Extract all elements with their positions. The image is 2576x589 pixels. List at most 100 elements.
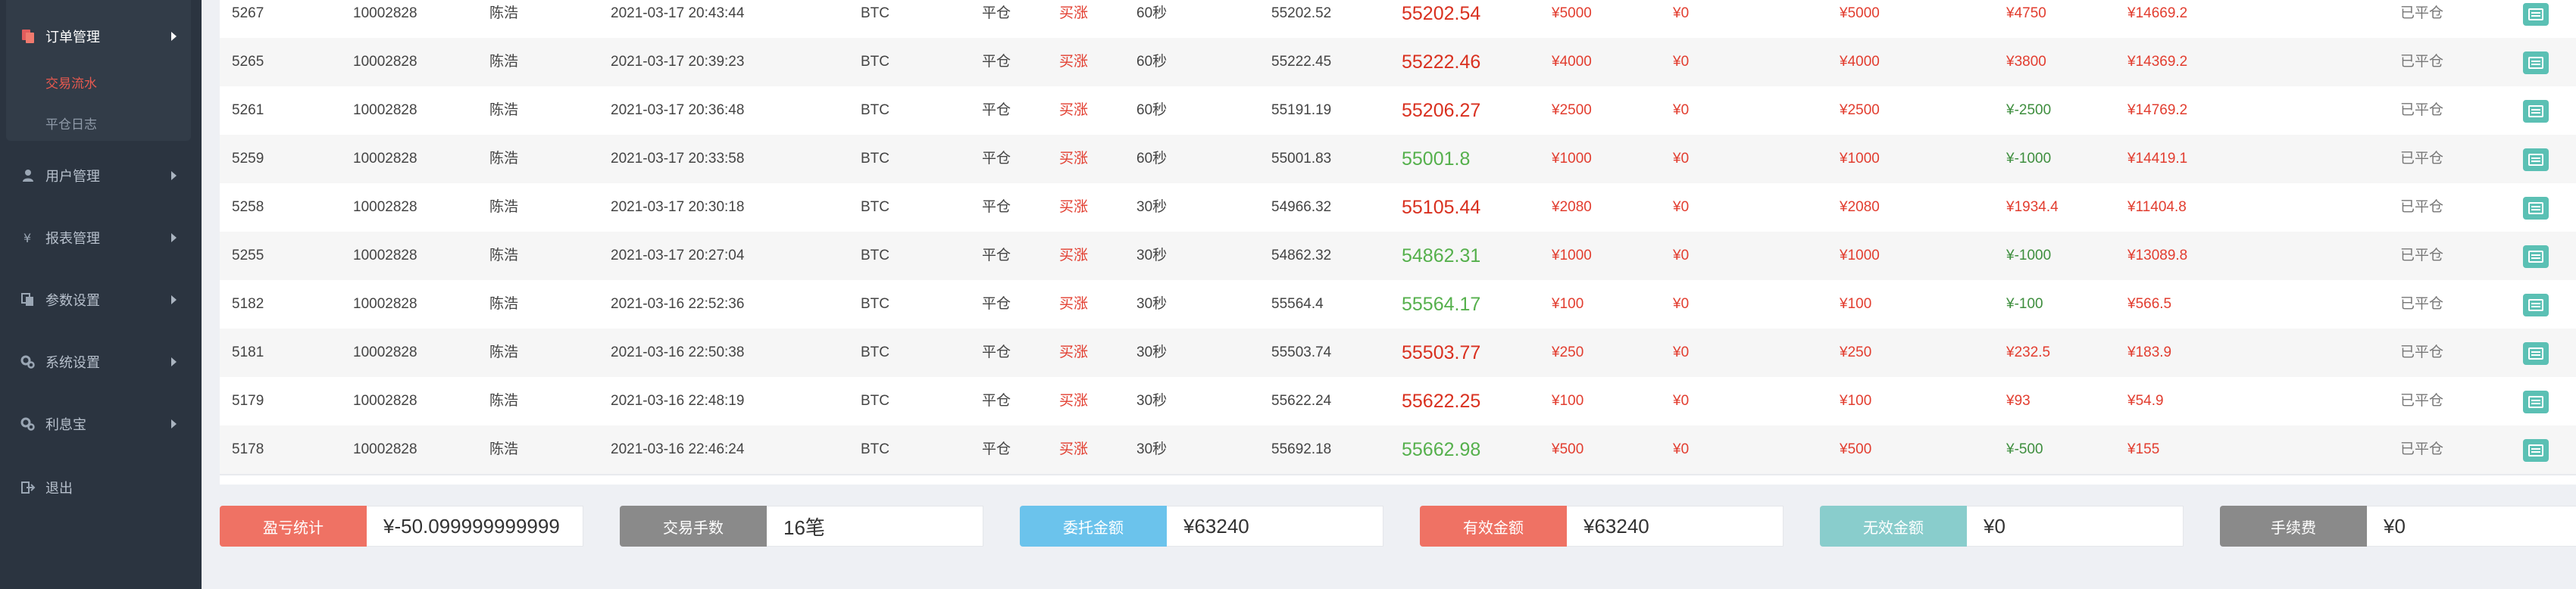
cell-coin: BTC [861, 248, 889, 263]
cell-amount: ¥2500 [1552, 102, 1592, 118]
detail-button[interactable] [2523, 294, 2549, 316]
cell-fee: ¥0 [1673, 344, 1690, 360]
cell-uid: 10002828 [353, 5, 417, 21]
cell-close-price: 55662.98 [1402, 439, 1481, 460]
sidebar-item-4[interactable]: 系统设置 [0, 347, 202, 377]
cell-id: 5267 [232, 5, 264, 21]
cell-uid: 10002828 [353, 393, 417, 409]
cell-close-price: 55001.8 [1402, 148, 1471, 170]
cell-open-price: 55503.74 [1271, 344, 1332, 360]
table-row: 5178 10002828 陈浩 2021-03-16 22:46:24 BTC 平仓 买涨… [220, 425, 2576, 475]
chevron-right-icon [171, 32, 177, 41]
cell-time: 2021-03-16 22:48:19 [611, 393, 745, 409]
cell-balance: ¥54.9 [2127, 393, 2164, 409]
cell-period: 60秒 [1136, 5, 1168, 21]
cell-period: 30秒 [1136, 248, 1168, 263]
gears-icon [20, 354, 36, 370]
detail-button[interactable] [2523, 3, 2549, 26]
detail-button[interactable] [2523, 245, 2549, 268]
table-row: 5181 10002828 陈浩 2021-03-16 22:50:38 BTC 平仓 买涨… [220, 329, 2576, 379]
cell-uid: 10002828 [353, 441, 417, 457]
sidebar-item-label: 报表管理 [45, 231, 100, 246]
cell-fee: ¥0 [1673, 54, 1690, 70]
sidebar-subitem-1[interactable]: 平仓日志 [45, 114, 97, 132]
cell-close-price: 55564.17 [1402, 294, 1481, 315]
cell-name: 陈浩 [489, 54, 519, 70]
detail-icon [2528, 202, 2543, 214]
sidebar-item-6[interactable]: 退出 [0, 472, 202, 503]
table-row: 5258 10002828 陈浩 2021-03-17 20:30:18 BTC 平仓 买涨… [220, 183, 2576, 233]
cell-id: 5255 [232, 248, 264, 263]
cell-fee: ¥0 [1673, 441, 1690, 457]
cell-coin: BTC [861, 54, 889, 70]
detail-button[interactable] [2523, 391, 2549, 413]
stat-value: ¥63240 [1567, 506, 1784, 547]
sidebar-item-0[interactable]: 订单管理 [0, 21, 202, 51]
cell-profit: ¥3800 [2006, 54, 2046, 70]
cell-balance: ¥14669.2 [2127, 5, 2188, 21]
sidebar-item-1[interactable]: 用户管理 [0, 160, 202, 191]
detail-button[interactable] [2523, 148, 2549, 171]
stat-label: 委托金额 [1020, 506, 1167, 547]
stat-box-2: 委托金额 ¥63240 [1020, 506, 1383, 547]
table-row: 5265 10002828 陈浩 2021-03-17 20:39:23 BTC 平仓 买涨… [220, 38, 2576, 88]
cell-fee: ¥0 [1673, 248, 1690, 263]
cell-time: 2021-03-16 22:46:24 [611, 441, 745, 457]
stat-value: ¥0 [1967, 506, 2184, 547]
table-row: 5179 10002828 陈浩 2021-03-16 22:48:19 BTC 平仓 买涨… [220, 377, 2576, 427]
cell-time: 2021-03-17 20:33:58 [611, 151, 745, 167]
cell-open-price: 54862.32 [1271, 248, 1332, 263]
cell-type: 平仓 [982, 102, 1011, 118]
cell-time: 2021-03-17 20:43:44 [611, 5, 745, 21]
cell-status: 已平仓 [2400, 441, 2444, 457]
sidebar-subitem-0[interactable]: 交易流水 [45, 73, 97, 92]
cell-uid: 10002828 [353, 344, 417, 360]
cell-open-price: 55692.18 [1271, 441, 1332, 457]
cell-amount: ¥4000 [1552, 54, 1592, 70]
cell-name: 陈浩 [489, 151, 519, 167]
cell-close-price: 55622.25 [1402, 391, 1481, 412]
cell-type: 平仓 [982, 151, 1011, 167]
sidebar-item-2[interactable]: ¥ 报表管理 [0, 223, 202, 253]
cell-status: 已平仓 [2400, 199, 2444, 215]
cell-valid: ¥2080 [1840, 199, 1880, 215]
cell-status: 已平仓 [2400, 5, 2444, 21]
table-row: 5261 10002828 陈浩 2021-03-17 20:36:48 BTC 平仓 买涨… [220, 86, 2576, 136]
cell-coin: BTC [861, 5, 889, 21]
cell-period: 30秒 [1136, 344, 1168, 360]
cell-open-price: 55222.45 [1271, 54, 1332, 70]
stat-box-3: 有效金额 ¥63240 [1420, 506, 1784, 547]
cell-coin: BTC [861, 151, 889, 167]
cell-close-price: 55503.77 [1402, 342, 1481, 363]
cell-direction: 买涨 [1059, 5, 1089, 21]
detail-icon [2528, 154, 2543, 166]
cell-uid: 10002828 [353, 102, 417, 118]
detail-button[interactable] [2523, 439, 2549, 462]
cell-id: 5179 [232, 393, 264, 409]
cell-type: 平仓 [982, 5, 1011, 21]
cell-coin: BTC [861, 102, 889, 118]
stat-label: 手续费 [2220, 506, 2367, 547]
cell-fee: ¥0 [1673, 296, 1690, 312]
cell-amount: ¥100 [1552, 393, 1584, 409]
yen-icon: ¥ [20, 229, 36, 246]
detail-button[interactable] [2523, 342, 2549, 365]
detail-icon [2528, 444, 2543, 457]
sidebar-item-3[interactable]: 参数设置 [0, 285, 202, 315]
detail-icon [2528, 251, 2543, 263]
cell-amount: ¥500 [1552, 441, 1584, 457]
cell-direction: 买涨 [1059, 393, 1089, 409]
cell-valid: ¥4000 [1840, 54, 1880, 70]
cell-fee: ¥0 [1673, 5, 1690, 21]
detail-button[interactable] [2523, 100, 2549, 123]
detail-icon [2528, 396, 2543, 408]
stat-box-4: 无效金额 ¥0 [1820, 506, 2184, 547]
cell-status: 已平仓 [2400, 54, 2444, 70]
cell-profit: ¥1934.4 [2006, 199, 2059, 215]
cell-direction: 买涨 [1059, 344, 1089, 360]
detail-button[interactable] [2523, 197, 2549, 220]
sidebar-item-5[interactable]: 利息宝 [0, 409, 202, 439]
cell-direction: 买涨 [1059, 441, 1089, 457]
detail-button[interactable] [2523, 51, 2549, 74]
cell-fee: ¥0 [1673, 199, 1690, 215]
